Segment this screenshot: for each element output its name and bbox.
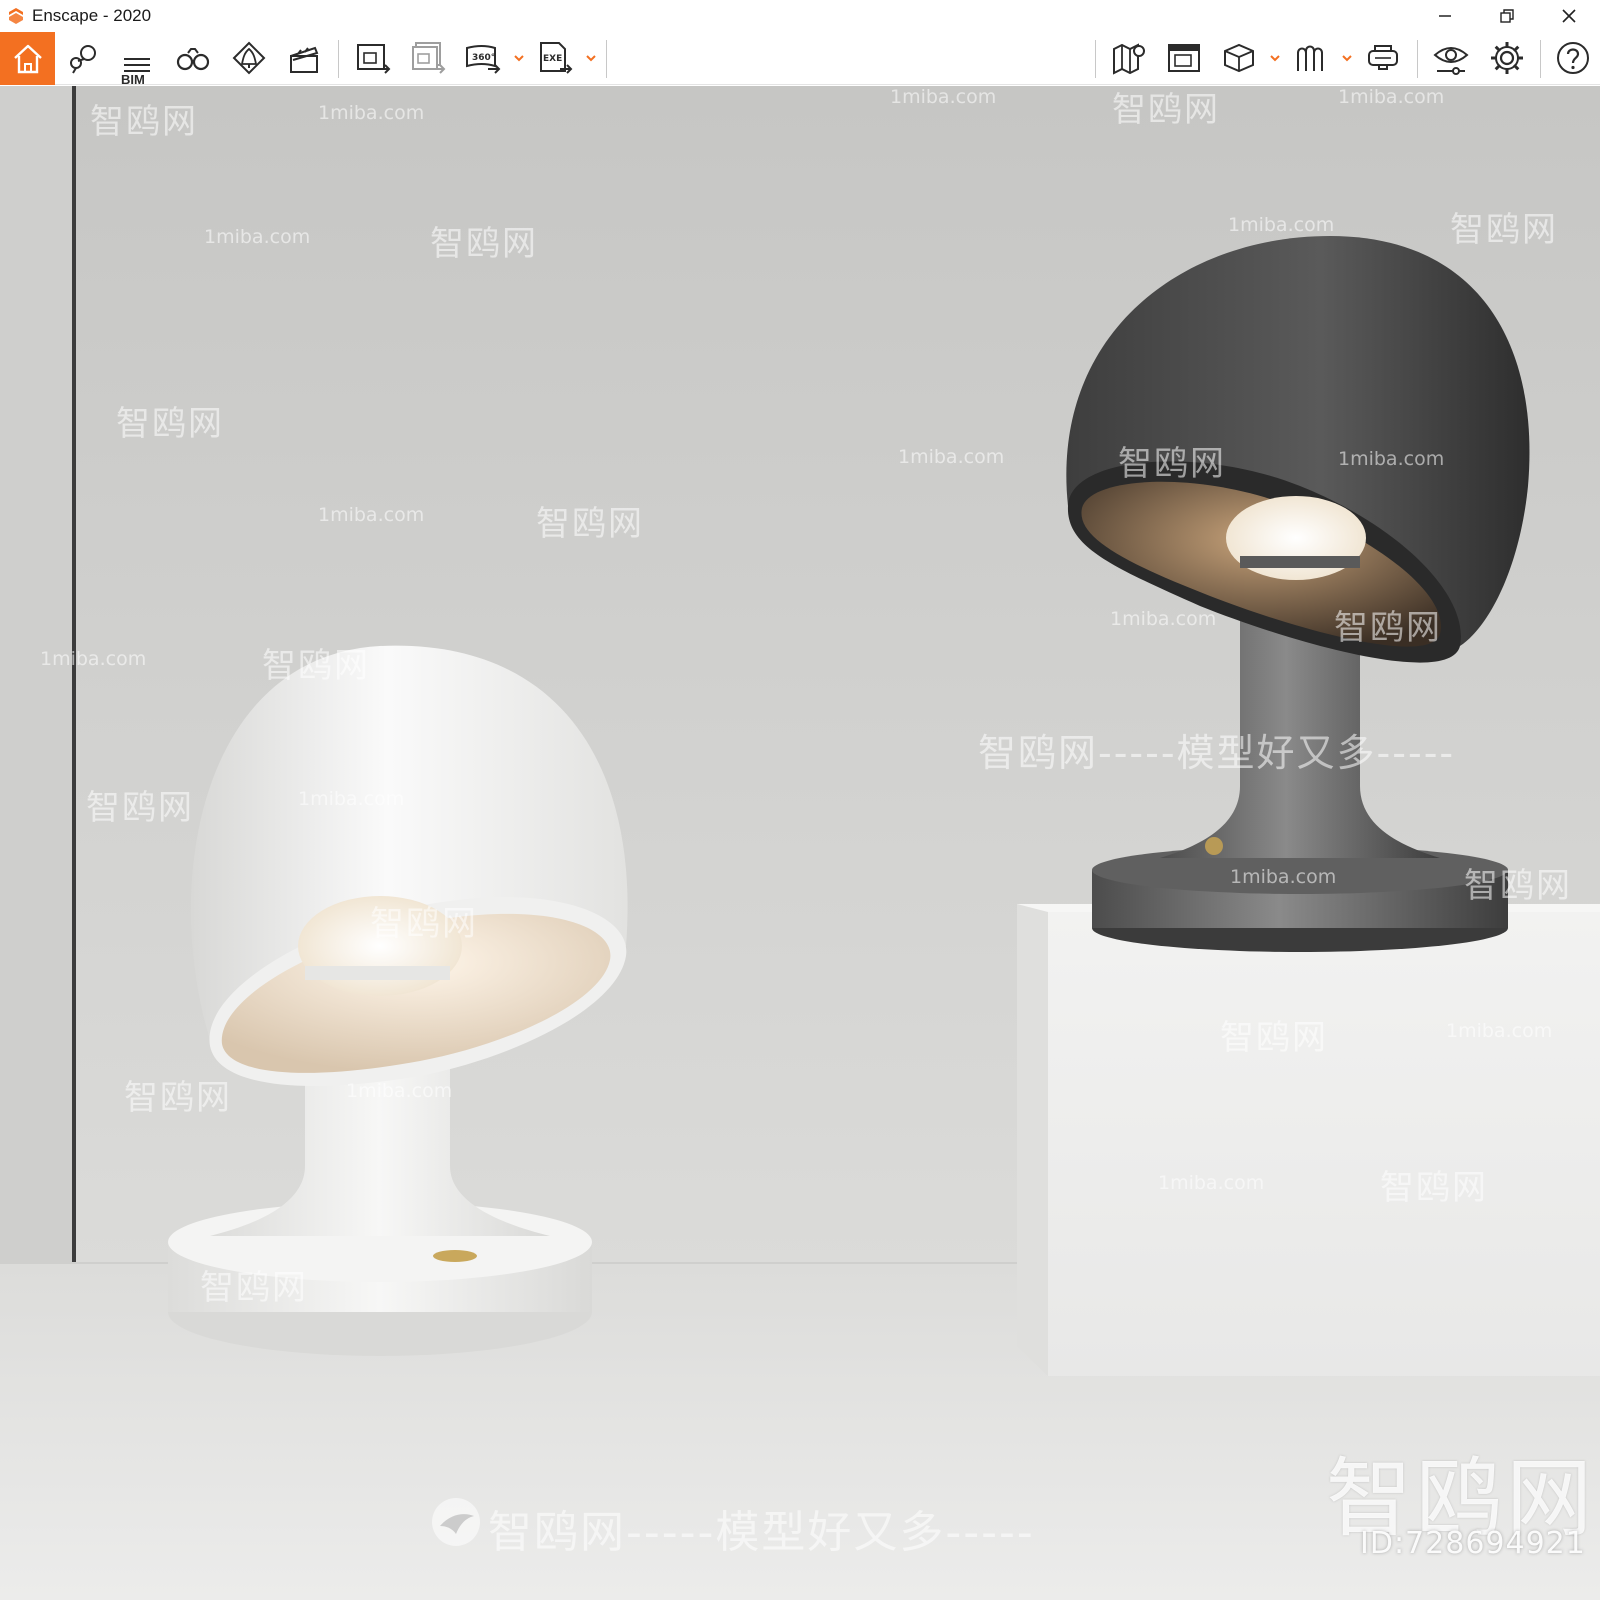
asset-library-button[interactable]	[1216, 36, 1262, 80]
map-button[interactable]	[1106, 36, 1152, 80]
toolbar-separator	[338, 40, 339, 78]
material-dropdown[interactable]	[1340, 46, 1354, 70]
watermark-brand: 智鸥网	[1220, 1018, 1328, 1058]
help-button[interactable]	[1550, 36, 1596, 80]
render-image-button[interactable]	[350, 36, 396, 80]
map-pin-icon	[70, 45, 96, 74]
brand-bird-logo-icon	[432, 1498, 480, 1546]
material-editor-button[interactable]	[1288, 36, 1334, 80]
watermark-site: 1miba.com	[890, 86, 997, 108]
watermark-brand: 智鸥网	[536, 504, 644, 544]
home-button[interactable]	[0, 32, 55, 85]
clapperboard-icon	[290, 46, 319, 73]
batch-render-icon	[412, 42, 446, 74]
visual-settings-button[interactable]	[1428, 36, 1474, 80]
watermark-brand: 智鸥网	[1464, 866, 1572, 906]
light-bell-icon	[232, 41, 266, 75]
watermark-site: 1miba.com	[898, 446, 1005, 468]
window-title: Enscape - 2020	[32, 6, 152, 25]
export-exe-button[interactable]: EXE	[532, 36, 578, 80]
watermark-brand: 智鸥网	[116, 404, 224, 444]
watermark-brand: 智鸥网	[370, 904, 478, 944]
watermark-site: 1miba.com	[204, 226, 311, 248]
watermark-brand: 智鸥网	[124, 1078, 232, 1118]
binoculars-icon	[176, 48, 210, 71]
panorama-360-icon: 360°	[466, 45, 501, 74]
settings-gear-icon	[1491, 42, 1523, 74]
render-image-icon	[357, 44, 391, 74]
watermark-brand: 智鸥网	[1380, 1168, 1488, 1208]
watermark-brand: 智鸥网	[86, 788, 194, 828]
watermark-site: 1miba.com	[1446, 1020, 1553, 1042]
visual-settings-icon	[1433, 47, 1469, 75]
toolbar-separator	[1095, 40, 1096, 78]
light-view-button[interactable]	[226, 36, 272, 80]
title-bar: Enscape - 2020	[0, 0, 1600, 32]
views-button[interactable]	[60, 36, 106, 80]
batch-render-button[interactable]	[405, 36, 451, 80]
minimize-icon	[1439, 15, 1451, 17]
watermark-id: ID:728694921	[1360, 1526, 1586, 1561]
chevron-down-icon	[586, 55, 596, 62]
watermark-brand: 智鸥网	[1118, 444, 1226, 484]
restore-icon	[1500, 9, 1514, 23]
asset-dropdown[interactable]	[1268, 46, 1282, 70]
toolbar-separator	[1417, 40, 1418, 78]
render-viewport[interactable]: 智鸥网 1miba.com 1miba.com 智鸥网 1miba.com 1m…	[0, 86, 1600, 1600]
panorama-dropdown[interactable]	[512, 46, 526, 70]
window-controls	[1414, 0, 1600, 32]
watermark-brand: 智鸥网	[1334, 608, 1442, 648]
export-exe-icon: EXE	[540, 42, 573, 74]
watermark-site: 1miba.com	[1158, 1172, 1265, 1194]
svg-text:360°: 360°	[472, 53, 495, 63]
close-icon	[1562, 9, 1576, 23]
watermark-site: 1miba.com	[318, 504, 425, 526]
general-settings-button[interactable]	[1484, 36, 1530, 80]
enscape-toolbar: BIM 360° EXE	[0, 32, 1600, 113]
watermark-brand: 智鸥网	[1112, 90, 1220, 130]
watermark-slogan: 智鸥网-----模型好又多-----	[978, 731, 1456, 775]
image-editor-icon	[1168, 44, 1200, 72]
watermark-brand: 智鸥网	[1450, 210, 1558, 250]
restore-button[interactable]	[1476, 0, 1538, 32]
watermark-slogan-bottom: 智鸥网-----模型好又多-----	[488, 1507, 1035, 1558]
vr-headset-icon	[1368, 45, 1398, 70]
panorama-button[interactable]: 360°	[460, 36, 506, 80]
watermark-brand: 智鸥网	[430, 224, 538, 264]
close-button[interactable]	[1538, 0, 1600, 32]
vr-headset-button[interactable]	[1360, 36, 1406, 80]
watermark-site: 1miba.com	[318, 102, 425, 124]
watermark-site: 1miba.com	[1228, 214, 1335, 236]
watermark-site: 1miba.com	[298, 788, 405, 810]
toolbar-separator	[606, 40, 607, 78]
capture-editor-button[interactable]	[1161, 36, 1207, 80]
asset-cube-icon	[1224, 43, 1254, 73]
watermark-brand: 智鸥网	[262, 646, 370, 686]
chevron-down-icon	[1270, 55, 1280, 62]
map-icon	[1113, 43, 1145, 75]
walk-mode-button[interactable]	[170, 36, 216, 80]
watermark-site: 1miba.com	[1230, 866, 1337, 888]
watermark-site: 1miba.com	[1338, 86, 1445, 108]
enscape-logo-icon	[9, 8, 23, 24]
bim-label: BIM	[121, 72, 145, 87]
watermark-site: 1miba.com	[40, 648, 147, 670]
watermark-site: 1miba.com	[346, 1080, 453, 1102]
watermark-site: 1miba.com	[1110, 608, 1217, 630]
watermark-site: 1miba.com	[1338, 448, 1445, 470]
toolbar-separator	[1540, 40, 1541, 78]
watermark-brand: 智鸥网	[200, 1268, 308, 1308]
chevron-down-icon	[514, 55, 524, 62]
svg-text:EXE: EXE	[543, 54, 562, 64]
minimize-button[interactable]	[1414, 0, 1476, 32]
export-dropdown[interactable]	[584, 46, 598, 70]
material-editor-icon	[1297, 45, 1323, 71]
help-icon	[1557, 42, 1589, 74]
watermark-brand: 智鸥网	[90, 102, 198, 142]
home-icon	[13, 44, 42, 73]
video-editor-button[interactable]	[281, 36, 327, 80]
chevron-down-icon	[1342, 55, 1352, 62]
rendered-scene	[0, 86, 1600, 1600]
